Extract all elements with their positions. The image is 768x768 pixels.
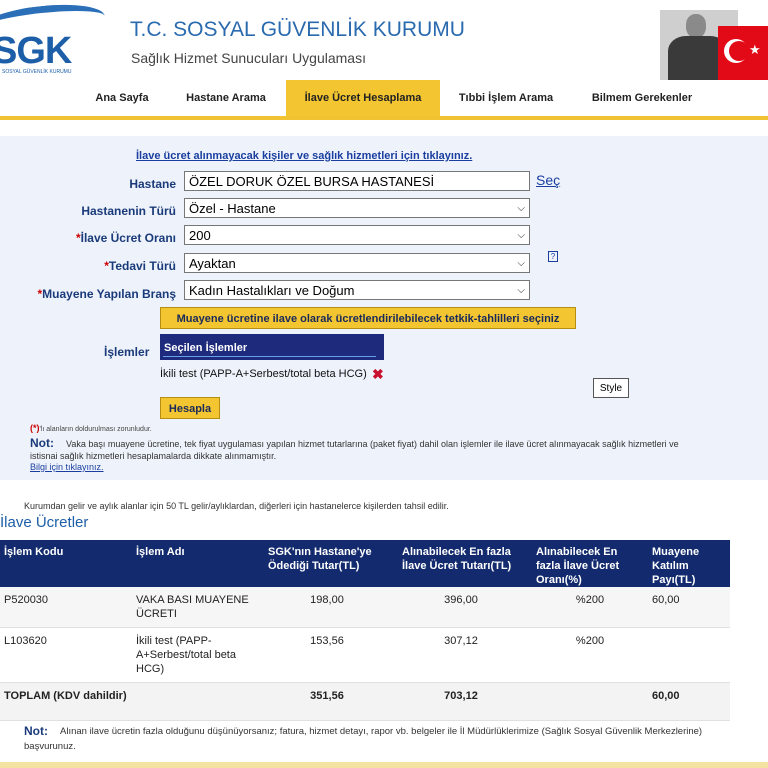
tedavi-turu-value: Ayaktan bbox=[189, 256, 236, 271]
col-katilim-payi: Muayene Katılım Payı(TL) bbox=[648, 540, 730, 587]
not-text: Vaka başı muayene ücretine, tek fiyat uy… bbox=[66, 439, 679, 449]
ilave-ucret-orani-value: 200 bbox=[189, 228, 211, 243]
muayene-brans-value: Kadın Hastalıkları ve Doğum bbox=[189, 283, 355, 298]
selected-procedures-header: Seçilen İşlemler bbox=[160, 334, 384, 360]
table-row: L103620 İkili test (PAPP-A+Serbest/total… bbox=[0, 627, 730, 683]
cell-kod: P520030 bbox=[0, 587, 132, 628]
hesapla-button[interactable]: Hesapla bbox=[160, 397, 220, 419]
cell-ilave: 396,00 bbox=[398, 587, 532, 628]
cell-oran: %200 bbox=[532, 587, 648, 628]
select-tetkik-button[interactable]: Muayene ücretine ilave olarak ücretlendi… bbox=[160, 307, 576, 329]
page-subtitle: Sağlık Hizmet Sunucuları Uygulaması bbox=[131, 50, 366, 66]
hastane-value: ÖZEL DORUK ÖZEL BURSA HASTANESİ bbox=[189, 174, 435, 189]
islemler-label: İşlemler bbox=[104, 345, 150, 359]
total-ilave: 703,12 bbox=[398, 682, 532, 721]
table-header-row: İşlem Kodu İşlem Adı SGK'nın Hastane'ye … bbox=[0, 540, 730, 587]
ilave-ucret-orani-label: *İlave Ücret Oranı bbox=[75, 231, 176, 245]
selected-procedure-item: İkili test (PAPP-A+Serbest/total beta HC… bbox=[160, 368, 367, 380]
table-total-row: TOPLAM (KDV dahildir) 351,56 703,12 60,0… bbox=[0, 682, 730, 721]
cell-katilim bbox=[648, 627, 730, 683]
chevron-down-icon: ⌵ bbox=[517, 258, 525, 269]
col-ilave-tutar: Alınabilecek En fazla İlave Ücret Tutarı… bbox=[398, 540, 532, 587]
total-sgk: 351,56 bbox=[264, 682, 398, 721]
style-button[interactable]: Style bbox=[593, 378, 629, 398]
cell-ad: İkili test (PAPP-A+Serbest/total beta HC… bbox=[132, 627, 264, 683]
results-table: İşlem Kodu İşlem Adı SGK'nın Hastane'ye … bbox=[0, 540, 730, 721]
table-row: P520030 VAKA BASI MUAYENE ÜCRETI 198,00 … bbox=[0, 587, 730, 628]
nav-bilmem-gerekenler[interactable]: Bilmem Gerekenler bbox=[580, 80, 704, 116]
col-islem-kodu: İşlem Kodu bbox=[0, 540, 132, 587]
page-title: T.C. SOSYAL GÜVENLİK KURUMU bbox=[130, 18, 465, 41]
col-ilave-oran: Alınabilecek En fazla İlave Ücret Oranı(… bbox=[532, 540, 648, 587]
cell-kod: L103620 bbox=[0, 627, 132, 683]
hastane-input[interactable]: ÖZEL DORUK ÖZEL BURSA HASTANESİ bbox=[184, 171, 530, 191]
chevron-down-icon: ⌵ bbox=[517, 203, 525, 214]
flag-crescent-cut bbox=[729, 41, 749, 61]
tedavi-turu-label: *Tedavi Türü bbox=[104, 259, 176, 273]
total-label: TOPLAM (KDV dahildir) bbox=[0, 682, 132, 721]
muayene-brans-label: *Muayene Yapılan Branş bbox=[37, 287, 176, 301]
hastane-turu-value: Özel - Hastane bbox=[189, 201, 276, 216]
flag-star-icon: ★ bbox=[749, 42, 761, 57]
exempt-persons-link[interactable]: İlave ücret alınmayacak kişiler ve sağlı… bbox=[136, 150, 472, 162]
remove-icon[interactable]: ✖ bbox=[372, 366, 384, 383]
total-empty bbox=[132, 682, 264, 721]
header-underline bbox=[163, 356, 376, 357]
sgk-logo[interactable]: SGK SOSYAL GÜVENLİK KURUMU bbox=[0, 0, 110, 76]
required-fields-note: (*)'lı alanların doldurulması zorunludur… bbox=[30, 423, 152, 433]
nav-tibbi-islem-arama[interactable]: Tıbbi İşlem Arama bbox=[448, 80, 564, 116]
page-header: SGK SOSYAL GÜVENLİK KURUMU T.C. SOSYAL G… bbox=[0, 0, 768, 80]
not-text-continued: istisnai sağlık hizmetleri hesaplamalard… bbox=[30, 451, 277, 461]
results-not-text: Alınan ilave ücretin fazla olduğunu düşü… bbox=[24, 726, 703, 752]
hastane-sec-link[interactable]: Seç bbox=[536, 172, 560, 188]
logo-text: SGK bbox=[0, 30, 72, 72]
chevron-down-icon: ⌵ bbox=[517, 285, 525, 296]
results-title: İlave Ücretler bbox=[0, 514, 89, 531]
collection-info: Kurumdan gelir ve aylık alanlar için 50 … bbox=[24, 501, 449, 511]
main-nav: Ana Sayfa Hastane Arama İlave Ücret Hesa… bbox=[0, 80, 768, 120]
portrait-head bbox=[686, 14, 706, 38]
total-oran-empty bbox=[532, 682, 648, 721]
hastane-turu-label: Hastanenin Türü bbox=[81, 204, 176, 218]
ilave-ucret-orani-select[interactable]: 200 ⌵ bbox=[184, 225, 530, 245]
logo-subtext: SOSYAL GÜVENLİK KURUMU bbox=[2, 69, 72, 75]
tedavi-turu-select[interactable]: Ayaktan ⌵ bbox=[184, 253, 530, 273]
required-note-marker: (*) bbox=[30, 423, 40, 433]
cell-sgk: 153,56 bbox=[264, 627, 398, 683]
footer-bar bbox=[0, 762, 768, 768]
chevron-down-icon: ⌵ bbox=[517, 230, 525, 241]
turkish-flag-image: ★ bbox=[718, 26, 768, 80]
nav-ilave-ucret-hesaplama[interactable]: İlave Ücret Hesaplama bbox=[286, 80, 440, 116]
cell-katilim: 60,00 bbox=[648, 587, 730, 628]
selected-procedures-title: Seçilen İşlemler bbox=[164, 342, 248, 354]
nav-hastane-arama[interactable]: Hastane Arama bbox=[172, 80, 280, 116]
nav-ana-sayfa[interactable]: Ana Sayfa bbox=[80, 80, 164, 116]
cell-ad: VAKA BASI MUAYENE ÜCRETI bbox=[132, 587, 264, 628]
col-islem-adi: İşlem Adı bbox=[132, 540, 264, 587]
total-katilim: 60,00 bbox=[648, 682, 730, 721]
cell-sgk: 198,00 bbox=[264, 587, 398, 628]
cell-ilave: 307,12 bbox=[398, 627, 532, 683]
hastane-turu-select[interactable]: Özel - Hastane ⌵ bbox=[184, 198, 530, 218]
hastane-label: Hastane bbox=[129, 177, 176, 191]
info-link[interactable]: Bilgi için tıklayınız. bbox=[30, 462, 104, 472]
help-icon[interactable]: ? bbox=[548, 251, 558, 262]
col-sgk-tutar: SGK'nın Hastane'ye Ödediği Tutar(TL) bbox=[264, 540, 398, 587]
cell-oran: %200 bbox=[532, 627, 648, 683]
muayene-brans-select[interactable]: Kadın Hastalıkları ve Doğum ⌵ bbox=[184, 280, 530, 300]
